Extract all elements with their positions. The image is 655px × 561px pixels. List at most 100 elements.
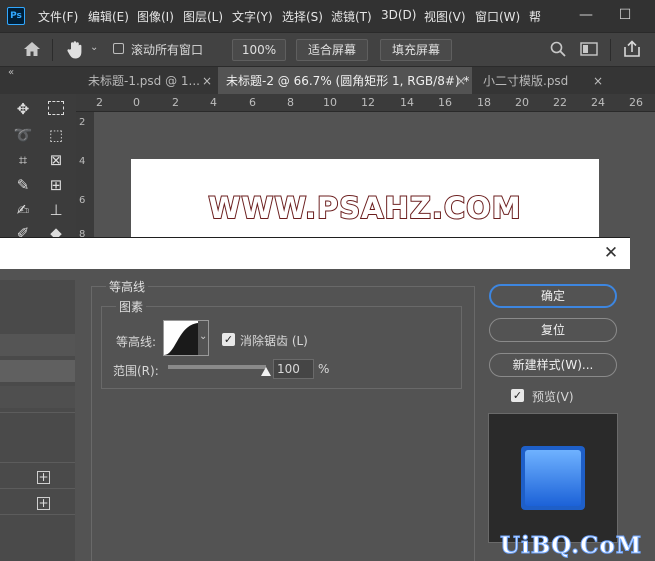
search-icon[interactable] (550, 41, 566, 57)
menu-3d[interactable]: 3D(D) (381, 8, 416, 22)
site-watermark: UiBQ.CoM (499, 532, 643, 560)
chevron-down-icon[interactable]: ⌄ (90, 42, 98, 53)
range-value: 100 (277, 362, 300, 376)
antialias-checkbox[interactable]: ✓ (222, 333, 235, 346)
menu-edit[interactable]: 编辑(E) (88, 8, 129, 25)
stamp-tool-icon[interactable]: ⊥ (45, 199, 67, 221)
list-item[interactable] (0, 386, 75, 408)
zoom-100-button[interactable]: 100% (232, 39, 286, 61)
ruler-tick: 2 (96, 96, 103, 109)
tab-two-inch-template[interactable]: 小二寸模版.psd × (475, 67, 609, 95)
menu-file[interactable]: 文件(F) (38, 8, 78, 25)
add-style-button[interactable]: + (37, 497, 50, 510)
fit-screen-button[interactable]: 适合屏幕 (296, 39, 368, 61)
range-slider[interactable] (168, 365, 266, 369)
divider (0, 462, 75, 463)
close-icon[interactable]: ✕ (600, 242, 622, 264)
tools-panel: ✥ ➰ ⬚ ⌗ ⊠ ✎ ⊞ ✍ ⊥ ✐ ◆ (0, 94, 76, 244)
ok-button[interactable]: 确定 (489, 284, 617, 308)
crop-tool-icon[interactable]: ⌗ (12, 149, 34, 171)
share-icon[interactable] (623, 40, 641, 58)
ruler-tick: 22 (553, 96, 567, 109)
preview-checkbox[interactable]: ✓ (511, 389, 524, 402)
lasso-tool-icon[interactable]: ➰ (12, 124, 34, 146)
ruler-tick: 8 (287, 96, 294, 109)
tab-label: 未标题-1.psd @ 1... (88, 74, 200, 88)
menu-type[interactable]: 文字(Y) (232, 8, 273, 25)
workspace-icon[interactable] (580, 42, 598, 56)
layer-style-dialog: ✕ + + 等高线 图素 等高线: ⌄ ✓ 消除锯齿 (L) 范围(R): 10… (0, 237, 630, 561)
ruler-tick: 16 (438, 96, 452, 109)
horizontal-ruler: 2 0 2 4 6 8 10 12 14 16 18 20 22 24 26 (76, 94, 655, 112)
brush-tool-icon[interactable]: ✍ (12, 199, 34, 221)
close-icon[interactable]: × (593, 67, 603, 95)
new-style-button[interactable]: 新建样式(W)... (489, 353, 617, 377)
elements-group-title: 图素 (116, 298, 147, 315)
document-tabs: « 未标题-1.psd @ 1... × 未标题-2 @ 66.7% (圆角矩形… (0, 66, 655, 95)
minimize-button[interactable]: — (573, 0, 599, 32)
divider (610, 39, 611, 61)
contour-group-title: 等高线 (106, 278, 149, 295)
list-item[interactable] (0, 334, 75, 356)
menu-image[interactable]: 图像(I) (137, 8, 174, 25)
spot-healing-tool-icon[interactable]: ⊞ (45, 174, 67, 196)
range-slider-handle[interactable] (261, 367, 271, 376)
ruler-tick: 4 (79, 156, 86, 167)
contour-picker[interactable]: ⌄ (163, 320, 209, 356)
ruler-tick: 14 (400, 96, 414, 109)
antialias-label: 消除锯齿 (L) (240, 334, 308, 348)
dialog-title-bar: ✕ (0, 238, 630, 269)
frame-tool-icon[interactable]: ⊠ (45, 149, 67, 171)
scroll-all-label: 滚动所有窗口 (131, 43, 204, 57)
preview-label: 预览(V) (532, 390, 574, 404)
tab-label: 小二寸模版.psd (483, 74, 569, 88)
reset-button[interactable]: 复位 (489, 318, 617, 342)
close-icon[interactable]: × (456, 67, 466, 95)
divider (0, 488, 75, 489)
menu-layer[interactable]: 图层(L) (183, 8, 223, 25)
ruler-tick: 18 (477, 96, 491, 109)
ruler-tick: 24 (591, 96, 605, 109)
ruler-tick: 26 (629, 96, 643, 109)
ruler-tick: 6 (249, 96, 256, 109)
add-style-button[interactable]: + (37, 471, 50, 484)
marquee-tool-icon[interactable] (48, 101, 64, 115)
maximize-button[interactable]: ☐ (612, 0, 638, 32)
divider (0, 514, 75, 515)
tab-label: 未标题-2 @ 66.7% (圆角矩形 1, RGB/8#) * (226, 74, 470, 88)
hand-tool-icon[interactable] (66, 40, 84, 60)
ruler-tick: 2 (172, 96, 179, 109)
range-unit: % (318, 362, 330, 376)
styles-list-panel: + + (0, 280, 75, 561)
ruler-tick: 12 (361, 96, 375, 109)
tab-untitled-2[interactable]: 未标题-2 @ 66.7% (圆角矩形 1, RGB/8#) * × (218, 67, 472, 95)
photoshop-logo-icon: Ps (7, 7, 25, 25)
list-item[interactable] (0, 360, 75, 382)
menu-filter[interactable]: 滤镜(T) (331, 8, 372, 25)
preview-swatch-icon (521, 446, 585, 510)
ruler-tick: 4 (210, 96, 217, 109)
menu-help[interactable]: 帮 (529, 8, 541, 25)
style-preview-thumbnail (488, 413, 618, 543)
menu-window[interactable]: 窗口(W) (475, 8, 520, 25)
divider (52, 39, 53, 61)
options-bar: ⌄ 滚动所有窗口 100% 适合屏幕 填充屏幕 (0, 32, 655, 66)
quick-select-tool-icon[interactable]: ⬚ (45, 124, 67, 146)
tab-untitled-1[interactable]: 未标题-1.psd @ 1... × (80, 67, 218, 95)
fill-screen-button[interactable]: 填充屏幕 (380, 39, 452, 61)
collapse-panel-icon[interactable]: « (8, 67, 14, 78)
vertical-ruler: 2 4 6 8 (76, 112, 94, 242)
contour-curve-icon (164, 321, 198, 355)
close-icon[interactable]: × (202, 67, 212, 95)
menu-select[interactable]: 选择(S) (282, 8, 323, 25)
menu-view[interactable]: 视图(V) (424, 8, 466, 25)
contour-label: 等高线: (116, 335, 157, 349)
ruler-tick: 20 (515, 96, 529, 109)
range-input[interactable]: 100 (273, 359, 314, 379)
eyedropper-tool-icon[interactable]: ✎ (12, 174, 34, 196)
ruler-tick: 6 (79, 195, 86, 206)
move-tool-icon[interactable]: ✥ (12, 98, 34, 120)
document-canvas[interactable]: WWW.PSAHZ.COM (131, 159, 599, 244)
scroll-all-checkbox[interactable] (113, 43, 124, 54)
home-icon[interactable] (23, 41, 41, 57)
